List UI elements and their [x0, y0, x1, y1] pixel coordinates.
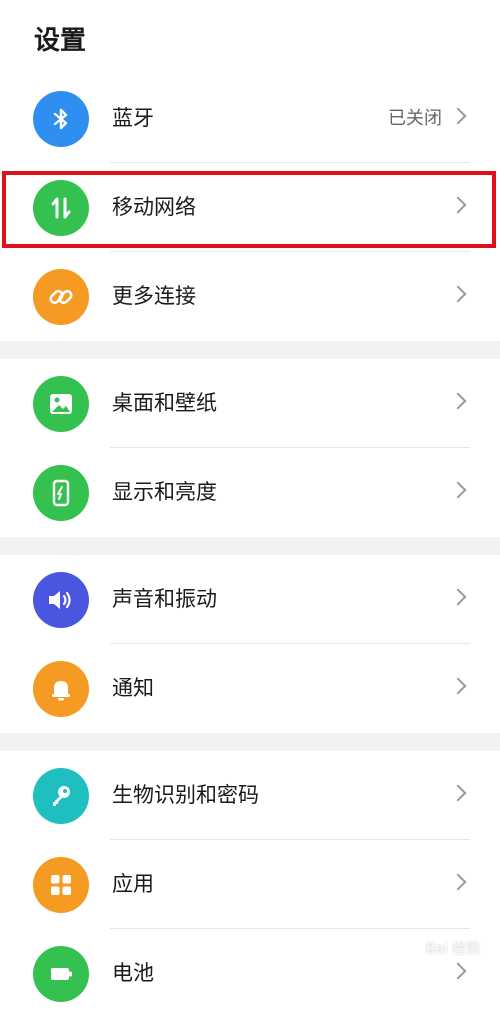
chevron-right-icon: [449, 962, 467, 980]
settings-item-more-connections[interactable]: 更多连接: [0, 252, 500, 341]
header: 设置: [0, 0, 500, 77]
settings-group-sound: 声音和振动 通知: [0, 555, 500, 733]
settings-group-connectivity: 蓝牙 已关闭 移动网络 更多连接: [0, 74, 500, 341]
settings-group-display: 桌面和壁纸 显示和亮度: [0, 359, 500, 537]
chevron-right-icon: [449, 196, 467, 214]
chevron-right-icon: [449, 677, 467, 695]
settings-item-label: 显示和亮度: [112, 480, 217, 504]
settings-item-wallpaper[interactable]: 桌面和壁纸: [0, 359, 500, 448]
settings-item-label: 桌面和壁纸: [112, 391, 217, 415]
settings-item-mobile-network[interactable]: 移动网络: [0, 163, 500, 252]
settings-item-label: 通知: [112, 676, 154, 700]
settings-item-label: 电池: [112, 961, 154, 985]
settings-item-label: 应用: [112, 872, 154, 896]
settings-item-label: 声音和振动: [112, 587, 217, 611]
chevron-right-icon: [449, 107, 467, 125]
page-title: 设置: [34, 26, 87, 56]
settings-item-label: 蓝牙: [112, 106, 154, 130]
chevron-right-icon: [449, 392, 467, 410]
chevron-right-icon: [449, 588, 467, 606]
mobile-network-icon: [33, 180, 89, 236]
section-gap: [0, 537, 500, 555]
display-brightness-icon: [33, 465, 89, 521]
battery-icon: [33, 946, 89, 1002]
settings-group-security-apps: 生物识别和密码 应用 电池: [0, 751, 500, 1018]
settings-item-label: 生物识别和密码: [112, 783, 259, 807]
settings-item-label: 移动网络: [112, 195, 196, 219]
chevron-right-icon: [449, 481, 467, 499]
link-icon: [33, 269, 89, 325]
settings-item-apps[interactable]: 应用: [0, 840, 500, 929]
key-icon: [33, 768, 89, 824]
chevron-right-icon: [449, 873, 467, 891]
section-gap: [0, 733, 500, 751]
chevron-right-icon: [449, 285, 467, 303]
volume-icon: [33, 572, 89, 628]
settings-item-label: 更多连接: [112, 284, 196, 308]
settings-item-bluetooth[interactable]: 蓝牙 已关闭: [0, 74, 500, 163]
settings-item-biometrics-password[interactable]: 生物识别和密码: [0, 751, 500, 840]
apps-icon: [33, 857, 89, 913]
settings-item-sound-vibration[interactable]: 声音和振动: [0, 555, 500, 644]
bell-icon: [33, 661, 89, 717]
settings-item-notifications[interactable]: 通知: [0, 644, 500, 733]
bluetooth-icon: [33, 91, 89, 147]
chevron-right-icon: [449, 784, 467, 802]
wallpaper-icon: [33, 376, 89, 432]
settings-item-display-brightness[interactable]: 显示和亮度: [0, 448, 500, 537]
settings-item-value: 已关闭: [388, 108, 442, 129]
watermark: Bai 经验: [425, 941, 480, 957]
section-gap: [0, 341, 500, 359]
